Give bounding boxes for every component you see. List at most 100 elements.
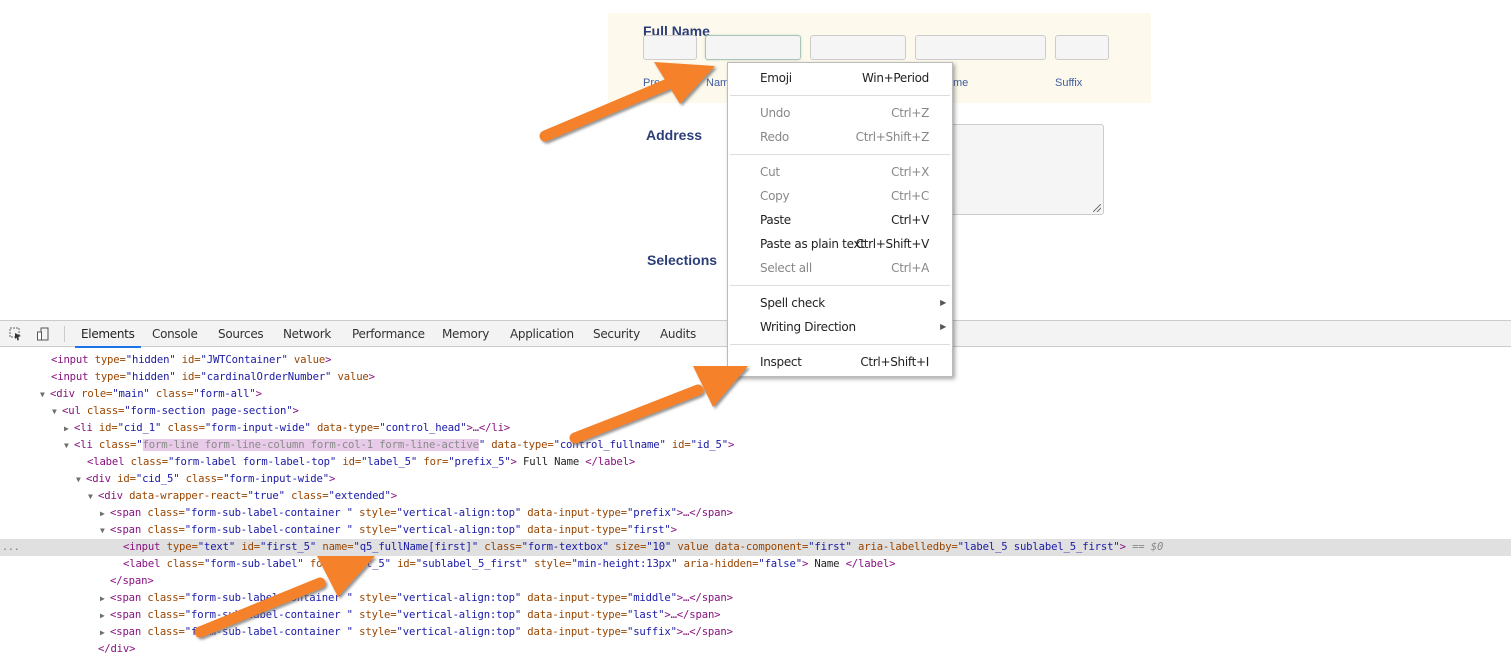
menu-item-emoji[interactable]: Emoji Win+Period	[728, 67, 952, 89]
prefix-input[interactable]	[643, 35, 697, 60]
selections-label: Selections	[647, 252, 718, 268]
attr-value: "hidden"	[125, 354, 176, 366]
menu-item-label: Writing Direction	[760, 320, 856, 334]
tab-application[interactable]: Application	[510, 321, 574, 347]
collapsed-triangle-icon[interactable]: ▶	[64, 420, 74, 437]
address-textarea[interactable]	[945, 124, 1104, 215]
menu-separator	[730, 285, 950, 286]
dom-node[interactable]: <label class="form-sub-label" for="first…	[0, 556, 1511, 573]
menu-item-inspect[interactable]: Inspect Ctrl+Shift+I	[728, 351, 952, 373]
attr-name: id=	[175, 354, 201, 366]
attr-name: role=	[74, 388, 113, 400]
menu-item-undo[interactable]: Undo Ctrl+Z	[728, 102, 952, 124]
dom-node[interactable]: ▶ <li id="cid_1" class="form-input-wide" …	[0, 420, 1511, 437]
first-name-input[interactable]	[705, 35, 801, 60]
attr-value: "vertical-align:top"	[396, 507, 522, 519]
attr-value: "q5_fullName[first]"	[353, 541, 479, 553]
middle-name-input[interactable]	[810, 35, 906, 60]
attr-name: id=	[92, 422, 118, 434]
dom-node[interactable]: </div>	[0, 641, 1511, 658]
dom-node[interactable]: ▼ <li class="form-line form-line-column f…	[0, 437, 1511, 454]
tab-console[interactable]: Console	[152, 321, 198, 347]
tag: >…</span>	[676, 592, 733, 604]
attr-name: style=	[352, 507, 397, 519]
menu-item-paste-plain[interactable]: Paste as plain text Ctrl+Shift+V	[728, 233, 952, 255]
attr-value: "hidden"	[125, 371, 176, 383]
last-name-sub-label: me	[953, 77, 969, 89]
tag: <span	[110, 524, 142, 536]
attr-name: for=	[417, 456, 449, 468]
attr-name: class=	[92, 439, 137, 451]
expanded-triangle-icon[interactable]: ▼	[52, 403, 62, 420]
tab-audits[interactable]: Audits	[660, 321, 696, 347]
tag: >	[728, 439, 735, 451]
attr-name: id=	[336, 456, 362, 468]
attr-value: "form-section page-section"	[124, 405, 293, 417]
menu-item-shortcut: Ctrl+Shift+V	[855, 237, 930, 251]
tag: </label>	[585, 456, 636, 468]
tag: >	[292, 405, 299, 417]
menu-item-redo[interactable]: Redo Ctrl+Shift+Z	[728, 126, 952, 148]
tag: >	[368, 371, 375, 383]
expanded-triangle-icon[interactable]: ▼	[88, 488, 98, 505]
tab-security[interactable]: Security	[593, 321, 640, 347]
tab-sources[interactable]: Sources	[218, 321, 264, 347]
collapsed-triangle-icon[interactable]: ▶	[100, 505, 110, 522]
dom-node[interactable]: ▼ <div data-wrapper-react="true" class="e…	[0, 488, 1511, 505]
expanded-triangle-icon[interactable]: ▼	[40, 386, 50, 403]
tab-network[interactable]: Network	[283, 321, 331, 347]
tab-performance[interactable]: Performance	[352, 321, 425, 347]
attr-name: aria-labelledby=	[851, 541, 958, 553]
attr-name: id=	[175, 371, 201, 383]
dom-node[interactable]: ▶ <span class="form-sub-label-container "…	[0, 590, 1511, 607]
more-options-icon[interactable]: ...	[2, 539, 20, 556]
attr-name: id=	[665, 439, 691, 451]
menu-item-spell-check[interactable]: Spell check ▶	[728, 292, 952, 314]
menu-item-paste[interactable]: Paste Ctrl+V	[728, 209, 952, 231]
menu-item-writing-direction[interactable]: Writing Direction ▶	[728, 316, 952, 338]
dom-node-selected[interactable]: ... <input type="text" id="first_5" name=…	[0, 539, 1511, 556]
dom-node[interactable]: ▼ <div role="main" class="form-all">	[0, 386, 1511, 403]
device-toolbar-icon[interactable]	[36, 327, 50, 341]
attr-value: "form-textbox"	[521, 541, 609, 553]
attr-value: "min-height:13px"	[571, 558, 678, 570]
attr-value: "form-input-wide"	[223, 473, 329, 485]
expanded-triangle-icon[interactable]: ▼	[100, 522, 110, 539]
attr-name: type=	[88, 371, 126, 383]
expanded-triangle-icon[interactable]: ▼	[64, 437, 74, 454]
menu-item-shortcut: Ctrl+Shift+I	[860, 355, 929, 369]
attr-value: "control_fullname"	[553, 439, 666, 451]
attr-name: type=	[88, 354, 126, 366]
suffix-input[interactable]	[1055, 35, 1109, 60]
dom-node[interactable]: ▼ <div id="cid_5" class="form-input-wide"…	[0, 471, 1511, 488]
menu-item-label: Inspect	[760, 355, 802, 369]
tab-memory[interactable]: Memory	[442, 321, 489, 347]
menu-item-select-all[interactable]: Select all Ctrl+A	[728, 257, 952, 279]
attr-name: size=	[608, 541, 647, 553]
menu-item-cut[interactable]: Cut Ctrl+X	[728, 161, 952, 183]
dom-node[interactable]: ▶ <span class="form-sub-label-container "…	[0, 505, 1511, 522]
collapsed-triangle-icon[interactable]: ▶	[100, 590, 110, 607]
expanded-triangle-icon[interactable]: ▼	[76, 471, 86, 488]
tag: >	[325, 354, 332, 366]
tag: <span	[110, 626, 142, 638]
last-name-input[interactable]	[915, 35, 1046, 60]
dom-node[interactable]: ▶ <span class="form-sub-label-container "…	[0, 624, 1511, 641]
attr-value: "vertical-align:top"	[396, 626, 522, 638]
tab-elements[interactable]: Elements	[75, 321, 141, 348]
inspect-element-icon[interactable]	[9, 327, 23, 341]
dom-node[interactable]: <label class="form-label form-label-top"…	[0, 454, 1511, 471]
attr-name: data-type=	[310, 422, 380, 434]
dom-node[interactable]: ▶ <span class="form-sub-label-container "…	[0, 607, 1511, 624]
resize-handle-icon[interactable]	[1093, 204, 1101, 212]
menu-item-label: Cut	[760, 165, 780, 179]
dom-node[interactable]: ▼ <ul class="form-section page-section">	[0, 403, 1511, 420]
attr-value: "false"	[758, 558, 802, 570]
collapsed-triangle-icon[interactable]: ▶	[100, 624, 110, 641]
attr-name: class=	[179, 473, 224, 485]
collapsed-triangle-icon[interactable]: ▶	[100, 607, 110, 624]
dom-node[interactable]: </span>	[0, 573, 1511, 590]
tag: >…</li>	[466, 422, 511, 434]
dom-node[interactable]: ▼ <span class="form-sub-label-container "…	[0, 522, 1511, 539]
menu-item-copy[interactable]: Copy Ctrl+C	[728, 185, 952, 207]
